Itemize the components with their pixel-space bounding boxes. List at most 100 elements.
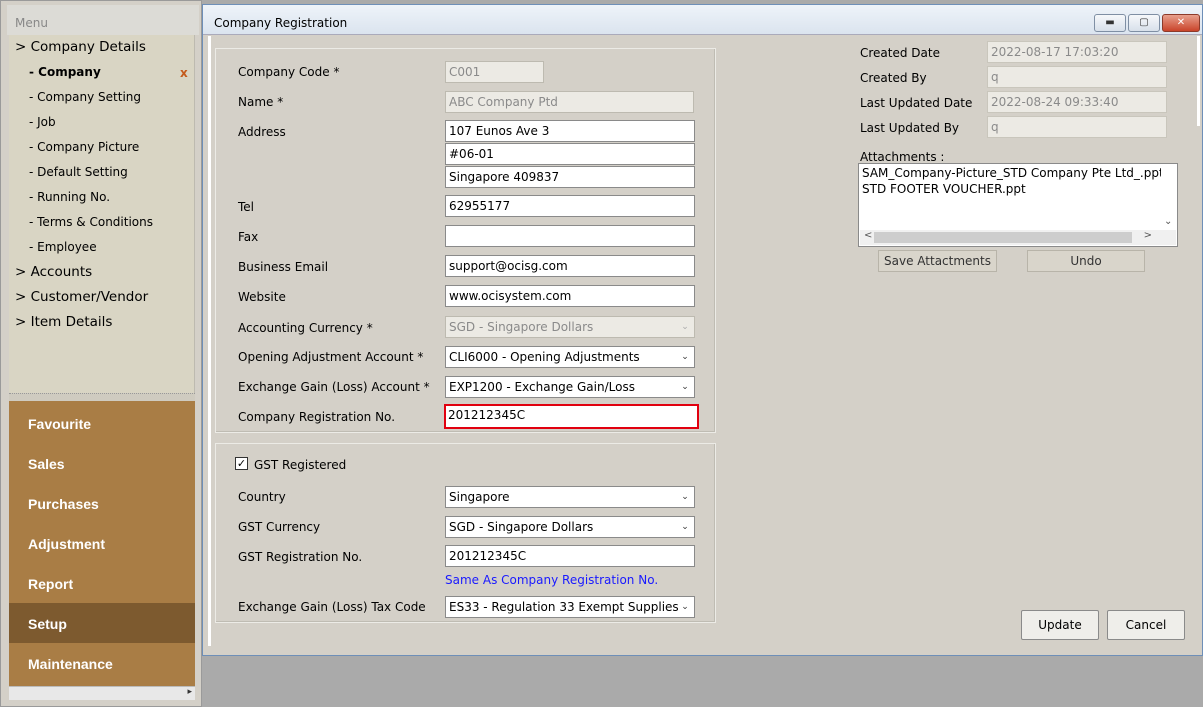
gst-currency-label: GST Currency — [238, 520, 321, 534]
tree-item-company[interactable]: - Company — [29, 65, 101, 79]
chevron-right-icon[interactable]: ▸ — [187, 687, 192, 697]
last-updated-date-label: Last Updated Date — [860, 96, 973, 110]
menu-title: Menu — [7, 5, 199, 35]
gst-registration-field[interactable]: 201212345C — [445, 545, 695, 567]
tree-item-job[interactable]: - Job — [29, 115, 56, 129]
opening-adjustment-label: Opening Adjustment Account * — [238, 350, 424, 364]
tree-item-accounts[interactable]: > Accounts — [15, 264, 92, 280]
minimize-button[interactable]: ▬ — [1094, 14, 1126, 32]
created-by-field: q — [987, 66, 1167, 88]
chevron-down-icon[interactable]: ⌄ — [677, 349, 693, 365]
vertical-scrollbar[interactable]: ⌄ — [1161, 165, 1176, 229]
accounting-currency-value: SGD - Singapore Dollars — [449, 320, 594, 334]
attachments-label: Attachments : — [860, 150, 945, 164]
module-bar-list: Favourite Sales Purchases Adjustment Rep… — [9, 401, 195, 686]
business-email-field[interactable]: support@ocisg.com — [445, 255, 695, 277]
chevron-right-icon[interactable]: > — [1144, 230, 1152, 241]
gst-registration-label: GST Registration No. — [238, 550, 363, 564]
menu-overflow-bar[interactable]: ▸ — [9, 686, 195, 700]
company-code-label: Company Code * — [238, 65, 340, 79]
opening-adjustment-value: CLI6000 - Opening Adjustments — [449, 350, 640, 364]
exchange-gain-select[interactable]: EXP1200 - Exchange Gain/Loss ⌄ — [445, 376, 695, 398]
chevron-down-icon[interactable]: ⌄ — [677, 489, 693, 505]
exchange-gain-label: Exchange Gain (Loss) Account * — [238, 380, 430, 394]
website-label: Website — [238, 290, 286, 304]
tree-item-running-no[interactable]: - Running No. — [29, 190, 110, 204]
same-as-company-link[interactable]: Same As Company Registration No. — [445, 573, 658, 587]
tax-code-select[interactable]: ES33 - Regulation 33 Exempt Supplies ⌄ — [445, 596, 695, 618]
exchange-gain-value: EXP1200 - Exchange Gain/Loss — [449, 380, 635, 394]
tree-item-item-details[interactable]: > Item Details — [15, 314, 112, 330]
left-edge — [208, 36, 211, 646]
menu-splitter[interactable] — [9, 393, 195, 401]
created-by-label: Created By — [860, 71, 927, 85]
close-window-button[interactable]: ✕ — [1162, 14, 1200, 32]
gst-currency-select[interactable]: SGD - Singapore Dollars ⌄ — [445, 516, 695, 538]
scrollbar-thumb[interactable] — [874, 232, 1132, 243]
nav-bar-sales[interactable]: Sales — [9, 443, 195, 483]
gst-registered-label: GST Registered — [254, 458, 347, 472]
gst-currency-value: SGD - Singapore Dollars — [449, 520, 594, 534]
fax-label: Fax — [238, 230, 259, 244]
close-icon[interactable]: x — [180, 66, 188, 80]
gst-registered-checkbox[interactable]: ✓ — [235, 457, 248, 470]
address-label: Address — [238, 125, 286, 139]
window-body: Company Code * C001 Name * ABC Company P… — [203, 36, 1202, 655]
save-attachments-button[interactable]: Save Attactments — [878, 250, 997, 272]
nav-bar-setup[interactable]: Setup — [9, 603, 195, 643]
chevron-down-icon[interactable]: ⌄ — [677, 519, 693, 535]
tree-item-customer-vendor[interactable]: > Customer/Vendor — [15, 289, 148, 305]
tree-item-company-picture[interactable]: - Company Picture — [29, 140, 139, 154]
chevron-down-icon[interactable]: ⌄ — [1164, 216, 1172, 227]
tax-code-label: Exchange Gain (Loss) Tax Code — [238, 600, 426, 614]
tree-item-employee[interactable]: - Employee — [29, 240, 97, 254]
attachments-list[interactable]: SAM_Company-Picture_STD Company Pte Ltd_… — [858, 163, 1178, 247]
country-label: Country — [238, 490, 286, 504]
created-date-label: Created Date — [860, 46, 940, 60]
menu-tree: > Company Details - Company x - Company … — [9, 35, 195, 393]
chevron-down-icon[interactable]: ⌄ — [677, 379, 693, 395]
chevron-left-icon[interactable]: < — [864, 230, 872, 241]
tree-item-terms-conditions[interactable]: - Terms & Conditions — [29, 215, 153, 229]
attachment-file[interactable]: SAM_Company-Picture_STD Company Pte Ltd_… — [862, 166, 1171, 180]
minimize-icon: ▬ — [1105, 17, 1115, 28]
horizontal-scrollbar[interactable]: < > — [860, 230, 1176, 245]
country-value: Singapore — [449, 490, 510, 504]
tel-label: Tel — [238, 200, 255, 214]
website-field[interactable]: www.ocisystem.com — [445, 285, 695, 307]
tel-field[interactable]: 62955177 — [445, 195, 695, 217]
nav-bar-report[interactable]: Report — [9, 563, 195, 603]
cancel-button[interactable]: Cancel — [1107, 610, 1185, 640]
fax-field[interactable] — [445, 225, 695, 247]
address-line3-field[interactable]: Singapore 409837 — [445, 166, 695, 188]
address-line2-field[interactable]: #06-01 — [445, 143, 695, 165]
address-line1-field[interactable]: 107 Eunos Ave 3 — [445, 120, 695, 142]
chevron-down-icon: ⌄ — [681, 322, 689, 332]
nav-bar-purchases[interactable]: Purchases — [9, 483, 195, 523]
last-updated-date-field: 2022-08-24 09:33:40 — [987, 91, 1167, 113]
tree-item-company-setting[interactable]: - Company Setting — [29, 90, 141, 104]
tax-code-value: ES33 - Regulation 33 Exempt Supplies — [449, 600, 679, 614]
window-titlebar[interactable]: Company Registration ▬ ▢ ✕ — [203, 5, 1202, 35]
update-button[interactable]: Update — [1021, 610, 1099, 640]
maximize-button[interactable]: ▢ — [1128, 14, 1160, 32]
business-email-label: Business Email — [238, 260, 329, 274]
maximize-icon: ▢ — [1139, 17, 1149, 28]
opening-adjustment-select[interactable]: CLI6000 - Opening Adjustments ⌄ — [445, 346, 695, 368]
nav-bar-maintenance[interactable]: Maintenance — [9, 643, 195, 683]
nav-bar-adjustment[interactable]: Adjustment — [9, 523, 195, 563]
window-title: Company Registration — [214, 16, 348, 30]
created-date-field: 2022-08-17 17:03:20 — [987, 41, 1167, 63]
country-select[interactable]: Singapore ⌄ — [445, 486, 695, 508]
attachment-file[interactable]: STD FOOTER VOUCHER.ppt — [862, 182, 1026, 196]
name-label: Name * — [238, 95, 284, 109]
nav-bar-favourite[interactable]: Favourite — [9, 403, 195, 443]
close-icon: ✕ — [1176, 17, 1186, 28]
company-registration-field[interactable]: 201212345C — [444, 404, 699, 429]
accounting-currency-label: Accounting Currency * — [238, 321, 373, 335]
undo-button[interactable]: Undo — [1027, 250, 1145, 272]
tree-item-company-details[interactable]: > Company Details — [15, 39, 146, 55]
tree-item-default-setting[interactable]: - Default Setting — [29, 165, 128, 179]
name-field: ABC Company Ptd — [445, 91, 694, 113]
chevron-down-icon[interactable]: ⌄ — [677, 599, 693, 615]
